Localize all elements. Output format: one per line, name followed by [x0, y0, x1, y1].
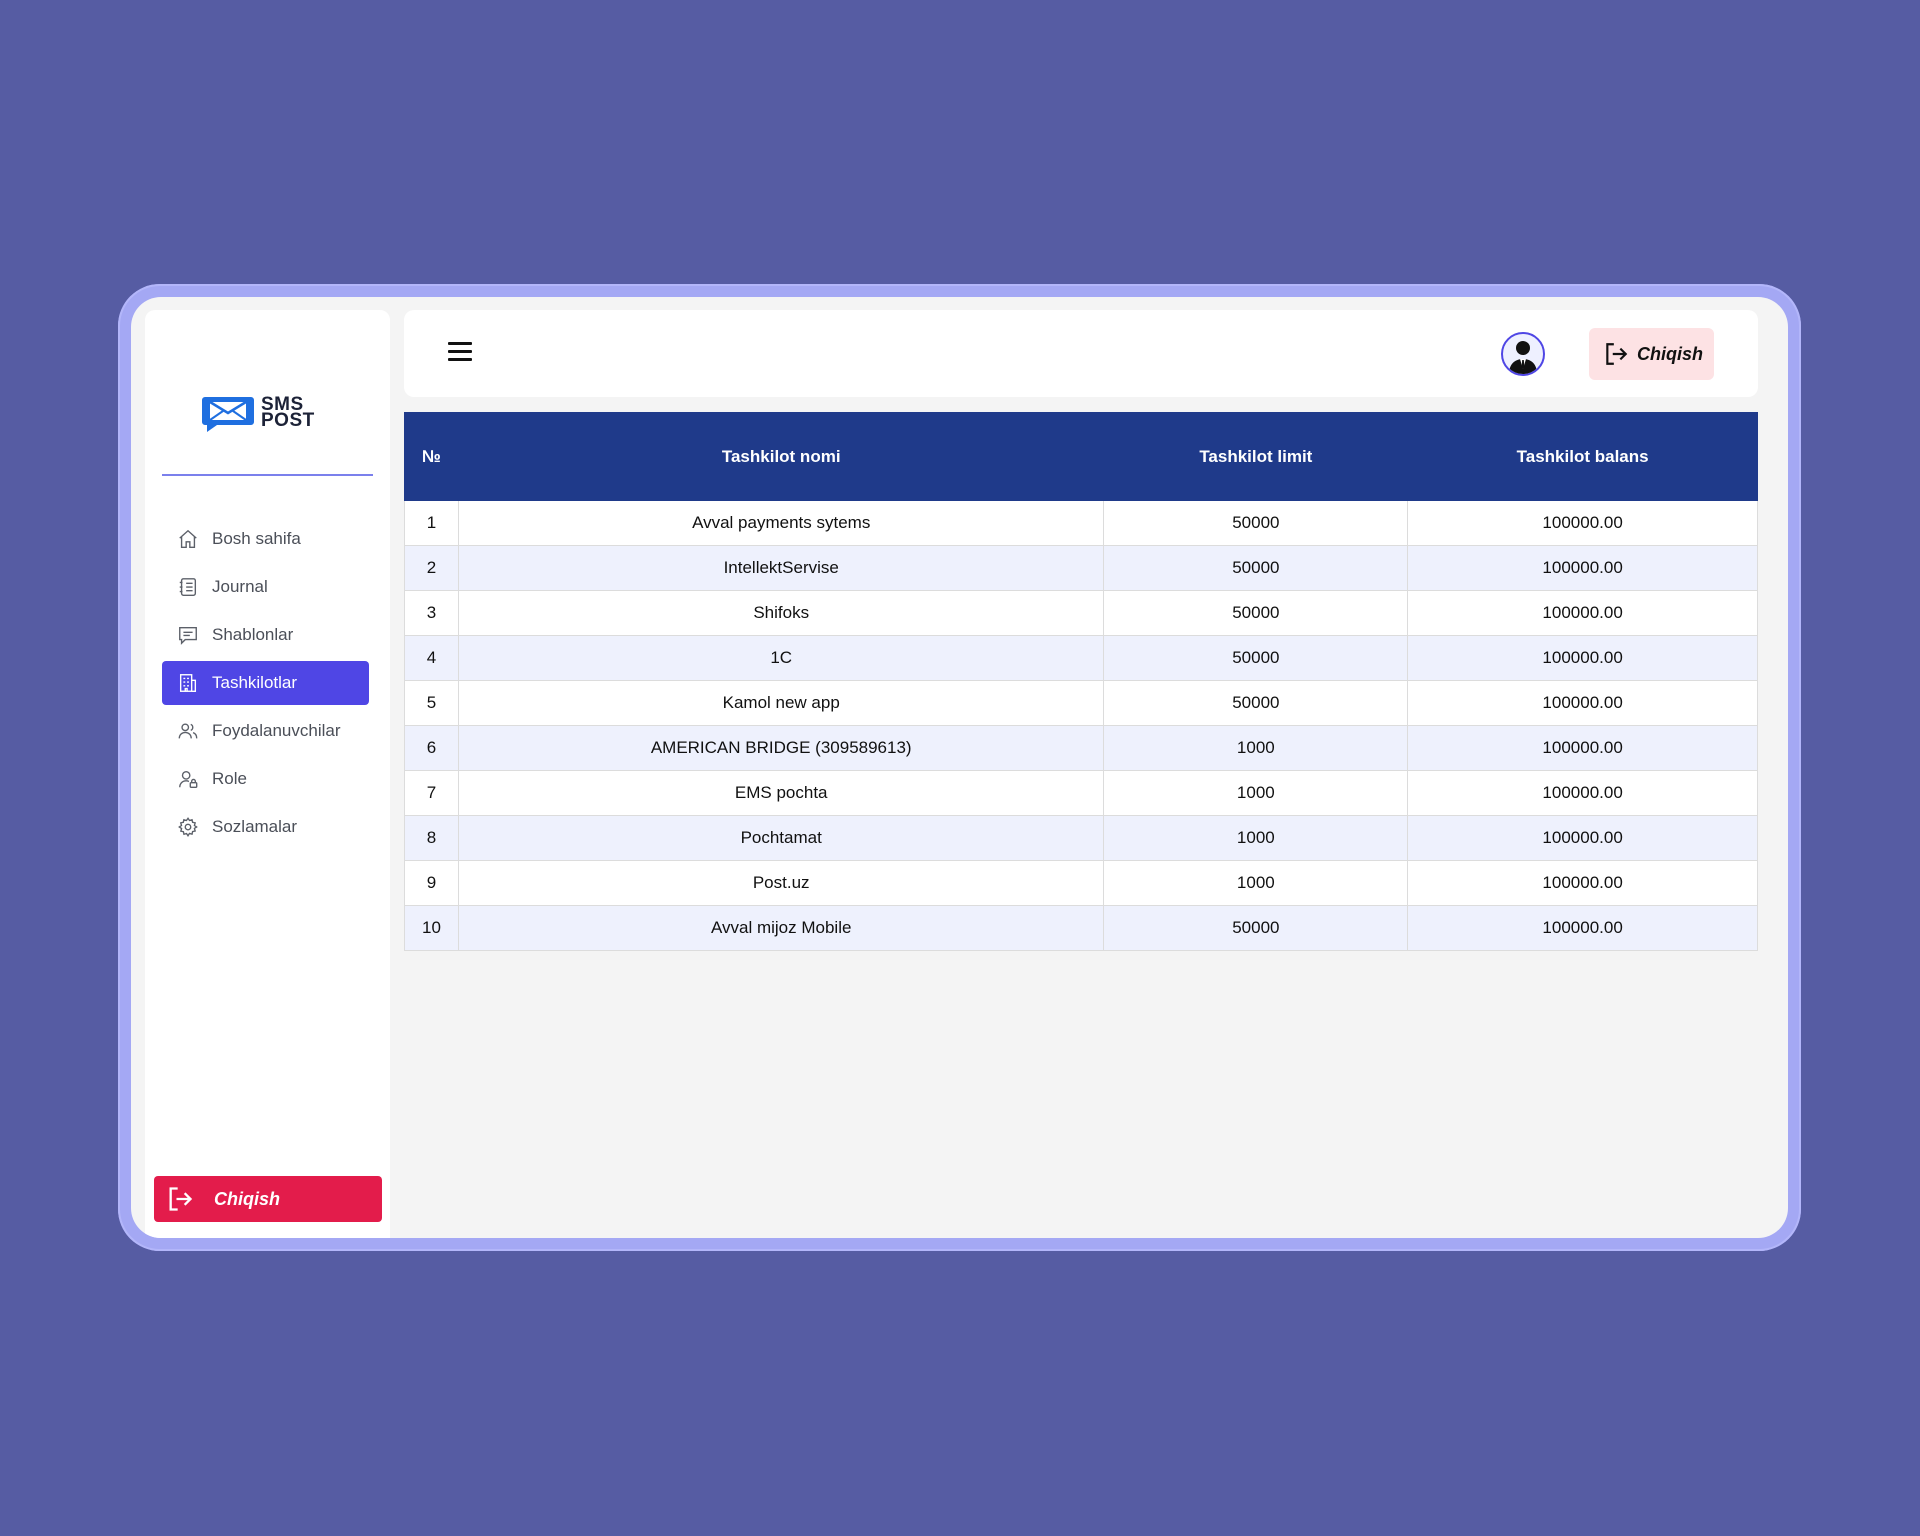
- gear-icon: [176, 815, 200, 839]
- sidebar-nav: Bosh sahifa Journal Shablonlar Tashkilot…: [162, 517, 369, 853]
- table-row[interactable]: 6 AMERICAN BRIDGE (309589613) 1000 10000…: [404, 725, 1758, 771]
- app-screen: SMS POST Bosh sahifa Journal Shablonlar …: [131, 297, 1788, 1238]
- hamburger-menu-icon[interactable]: [448, 342, 472, 362]
- organizations-table: № Tashkilot nomi Tashkilot limit Tashkil…: [404, 412, 1758, 951]
- table-row[interactable]: 3 Shifoks 50000 100000.00: [404, 590, 1758, 636]
- sidebar: SMS POST Bosh sahifa Journal Shablonlar …: [145, 310, 390, 1238]
- table-row[interactable]: 5 Kamol new app 50000 100000.00: [404, 680, 1758, 726]
- sidebar-item-foydalanuvchilar[interactable]: Foydalanuvchilar: [162, 709, 369, 753]
- table-row[interactable]: 1 Avval payments sytems 50000 100000.00: [404, 500, 1758, 546]
- sidebar-item-label: Bosh sahifa: [212, 529, 301, 548]
- table-row[interactable]: 2 IntellektServise 50000 100000.00: [404, 545, 1758, 591]
- cell-name: AMERICAN BRIDGE (309589613): [457, 725, 1105, 771]
- cell-number: 8: [404, 815, 459, 861]
- table-row[interactable]: 7 EMS pochta 1000 100000.00: [404, 770, 1758, 816]
- cell-number: 2: [404, 545, 459, 591]
- cell-limit: 1000: [1103, 815, 1409, 861]
- journal-icon: [176, 575, 200, 599]
- cell-number: 1: [404, 500, 459, 546]
- device-frame: SMS POST Bosh sahifa Journal Shablonlar …: [118, 284, 1801, 1251]
- cell-limit: 50000: [1103, 905, 1409, 951]
- cell-number: 3: [404, 590, 459, 636]
- sidebar-item-shablonlar[interactable]: Shablonlar: [162, 613, 369, 657]
- cell-limit: 1000: [1103, 770, 1409, 816]
- logo-line-2: POST: [261, 410, 315, 431]
- avatar[interactable]: [1501, 332, 1545, 376]
- cell-number: 7: [404, 770, 459, 816]
- cell-name: IntellektServise: [457, 545, 1105, 591]
- table-body: 1 Avval payments sytems 50000 100000.00 …: [404, 500, 1758, 951]
- user-lock-icon: [176, 767, 200, 791]
- cell-name: 1C: [457, 635, 1105, 681]
- envelope-logo-icon: [202, 397, 254, 432]
- cell-limit: 50000: [1103, 680, 1409, 726]
- sidebar-divider: [162, 474, 373, 476]
- cell-name: Post.uz: [457, 860, 1105, 906]
- cell-name: Avval mijoz Mobile: [457, 905, 1105, 951]
- header-logout-label: Chiqish: [1637, 343, 1703, 364]
- column-header-name[interactable]: Tashkilot nomi: [457, 412, 1105, 501]
- cell-limit: 50000: [1103, 590, 1409, 636]
- logout-icon: [169, 1187, 193, 1211]
- table-row[interactable]: 10 Avval mijoz Mobile 50000 100000.00: [404, 905, 1758, 951]
- sidebar-item-label: Shablonlar: [212, 625, 294, 644]
- cell-limit: 50000: [1103, 635, 1409, 681]
- sidebar-item-label: Tashkilotlar: [212, 673, 298, 692]
- building-icon: [176, 671, 200, 695]
- table-row[interactable]: 8 Pochtamat 1000 100000.00: [404, 815, 1758, 861]
- cell-balance: 100000.00: [1407, 815, 1758, 861]
- sidebar-logout-button[interactable]: Chiqish: [154, 1176, 382, 1222]
- table-row[interactable]: 9 Post.uz 1000 100000.00: [404, 860, 1758, 906]
- sidebar-item-tashkilotlar[interactable]: Tashkilotlar: [162, 661, 369, 705]
- cell-balance: 100000.00: [1407, 860, 1758, 906]
- cell-number: 5: [404, 680, 459, 726]
- sidebar-item-label: Role: [212, 769, 247, 788]
- sidebar-item-bosh-sahifa[interactable]: Bosh sahifa: [162, 517, 369, 561]
- column-header-balance[interactable]: Tashkilot balans: [1407, 412, 1758, 501]
- table-header-row: № Tashkilot nomi Tashkilot limit Tashkil…: [404, 412, 1758, 501]
- logo[interactable]: SMS POST: [201, 393, 341, 433]
- sidebar-item-sozlamalar[interactable]: Sozlamalar: [162, 805, 369, 849]
- header-logout-button[interactable]: Chiqish: [1589, 328, 1714, 380]
- sidebar-item-role[interactable]: Role: [162, 757, 369, 801]
- cell-balance: 100000.00: [1407, 635, 1758, 681]
- cell-limit: 1000: [1103, 860, 1409, 906]
- organizations-table-wrapper: № Tashkilot nomi Tashkilot limit Tashkil…: [404, 412, 1758, 951]
- cell-number: 10: [404, 905, 459, 951]
- sidebar-item-label: Sozlamalar: [212, 817, 298, 836]
- top-header: Chiqish: [404, 310, 1758, 397]
- logo-text: SMS POST: [261, 395, 315, 431]
- cell-name: Shifoks: [457, 590, 1105, 636]
- table-row[interactable]: 4 1C 50000 100000.00: [404, 635, 1758, 681]
- cell-name: EMS pochta: [457, 770, 1105, 816]
- home-icon: [176, 527, 200, 551]
- sidebar-item-label: Foydalanuvchilar: [212, 721, 341, 740]
- cell-name: Pochtamat: [457, 815, 1105, 861]
- column-header-limit[interactable]: Tashkilot limit: [1103, 412, 1409, 501]
- cell-number: 9: [404, 860, 459, 906]
- cell-balance: 100000.00: [1407, 590, 1758, 636]
- cell-number: 6: [404, 725, 459, 771]
- column-header-number[interactable]: №: [404, 412, 459, 501]
- logout-icon: [1606, 343, 1628, 365]
- cell-balance: 100000.00: [1407, 680, 1758, 726]
- user-avatar-icon: [1509, 341, 1537, 374]
- cell-limit: 1000: [1103, 725, 1409, 771]
- cell-balance: 100000.00: [1407, 770, 1758, 816]
- users-icon: [176, 719, 200, 743]
- message-icon: [176, 623, 200, 647]
- cell-limit: 50000: [1103, 500, 1409, 546]
- cell-limit: 50000: [1103, 545, 1409, 591]
- cell-balance: 100000.00: [1407, 500, 1758, 546]
- cell-balance: 100000.00: [1407, 725, 1758, 771]
- sidebar-logout-label: Chiqish: [214, 1188, 280, 1209]
- cell-balance: 100000.00: [1407, 905, 1758, 951]
- cell-balance: 100000.00: [1407, 545, 1758, 591]
- cell-name: Kamol new app: [457, 680, 1105, 726]
- cell-name: Avval payments sytems: [457, 500, 1105, 546]
- sidebar-item-journal[interactable]: Journal: [162, 565, 369, 609]
- cell-number: 4: [404, 635, 459, 681]
- sidebar-item-label: Journal: [212, 577, 268, 596]
